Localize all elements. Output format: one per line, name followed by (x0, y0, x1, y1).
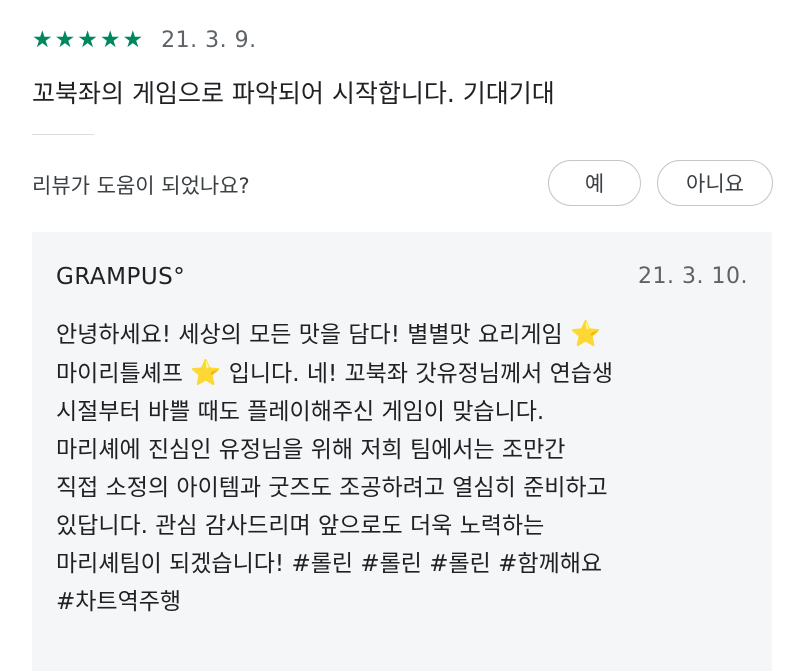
star-icon: ★ (122, 27, 144, 53)
star-icon: ★ (99, 27, 121, 53)
helpful-prompt: 리뷰가 도움이 되었나요? 예 아니요 (32, 160, 773, 208)
review-text: 꼬북좌의 게임으로 파악되어 시작합니다. 기대기대 (32, 79, 555, 108)
reply-line-text: 입니다. 네! 꼬북좌 갓유정님께서 연습생 (221, 361, 614, 387)
developer-name: GRAMPUS° (56, 264, 186, 290)
star-emoji-icon: ⭐ (190, 358, 222, 387)
helpful-yes-button[interactable]: 예 (548, 160, 641, 206)
reply-line: 마이리틀셰프 ⭐ 입니다. 네! 꼬북좌 갓유정님께서 연습생 (56, 354, 766, 393)
developer-reply: GRAMPUS° 21. 3. 10. 안녕하세요! 세상의 모든 맛을 담다!… (32, 232, 772, 671)
divider (32, 134, 94, 135)
star-icon: ★ (54, 27, 76, 53)
helpful-no-button[interactable]: 아니요 (657, 160, 773, 206)
star-emoji-icon: ⭐ (569, 319, 602, 348)
review-date: 21. 3. 9. (161, 27, 257, 53)
reply-date: 21. 3. 10. (638, 264, 748, 289)
reply-line: 시절부터 바쁠 때도 플레이해주신 게임이 맞습니다. (56, 399, 545, 425)
reply-line-text: 마이리틀셰프 (56, 361, 191, 387)
reply-line: 마리셰에 진심인 유정님을 위해 저희 팀에서는 조만간 (56, 437, 566, 463)
star-rating: ★ ★ ★ ★ ★ (32, 26, 143, 54)
reply-line: #차트역주행 (56, 589, 182, 615)
reply-line: 직접 소정의 아이템과 굿즈도 조공하려고 열심히 준비하고 (56, 475, 608, 501)
helpful-question: 리뷰가 도움이 되었나요? (32, 174, 250, 198)
reply-line-text: 안녕하세요! 세상의 모든 맛을 담다! 별별맛 요리게임 (56, 322, 570, 348)
star-icon: ★ (77, 27, 98, 53)
star-icon: ★ (32, 27, 53, 53)
reply-line: 안녕하세요! 세상의 모든 맛을 담다! 별별맛 요리게임 ⭐ (56, 315, 766, 354)
rating-row: ★ ★ ★ ★ ★ 21. 3. 9. (32, 26, 257, 54)
reply-line: 있답니다. 관심 감사드리며 앞으로도 더욱 노력하는 (56, 513, 545, 539)
reply-line: 마리셰팀이 되겠습니다! #롤린 #롤린 #롤린 #함께해요 (56, 551, 603, 577)
reply-body: 안녕하세요! 세상의 모든 맛을 담다! 별별맛 요리게임 ⭐ 마이리틀셰프 ⭐… (56, 315, 766, 621)
